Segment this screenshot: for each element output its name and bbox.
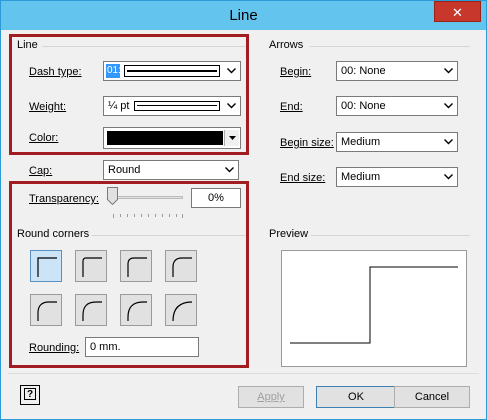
end-size-dropdown[interactable]: Medium (336, 167, 458, 187)
title-bar[interactable]: Line ✕ (1, 1, 486, 30)
highlight-box-line (9, 34, 249, 155)
close-icon: ✕ (452, 5, 463, 20)
highlight-box-transparency-corners (9, 181, 249, 368)
chevron-down-icon[interactable] (441, 169, 456, 185)
apply-button[interactable]: Apply (238, 386, 304, 408)
cap-value: Round (108, 164, 141, 176)
close-button[interactable]: ✕ (434, 1, 481, 22)
begin-arrow-value: 00: None (341, 65, 386, 77)
help-icon: ? (24, 388, 36, 400)
preview-divider (311, 235, 470, 236)
end-arrow-dropdown[interactable]: 00: None (336, 96, 458, 116)
end-size-label: End size: (280, 172, 326, 184)
end-size-value: Medium (341, 171, 381, 183)
chevron-down-icon[interactable] (441, 98, 456, 114)
footer-divider (8, 373, 479, 374)
end-label: End: (280, 101, 303, 113)
chevron-down-icon[interactable] (441, 134, 456, 150)
cancel-button[interactable]: Cancel (394, 386, 470, 408)
begin-arrow-dropdown[interactable]: 00: None (336, 61, 458, 81)
line-preview (281, 250, 467, 367)
arrows-group-title: Arrows (269, 39, 304, 51)
cap-dropdown[interactable]: Round (103, 160, 239, 180)
chevron-down-icon[interactable] (222, 162, 237, 178)
window-title: Line (229, 7, 258, 24)
begin-label: Begin: (280, 66, 312, 78)
chevron-down-icon[interactable] (441, 63, 456, 79)
arrows-group-divider (310, 46, 470, 47)
cap-label: Cap: (29, 165, 53, 177)
help-button[interactable]: ? (20, 385, 40, 405)
dialog-window: Line ✕ Line Dash type: 01: Weight: ¼ pt (0, 0, 487, 420)
end-arrow-value: 00: None (341, 100, 386, 112)
begin-size-label: Begin size: (280, 137, 334, 149)
ok-button[interactable]: OK (316, 386, 396, 408)
dialog-body: Line Dash type: 01: Weight: ¼ pt Color: (8, 31, 479, 413)
begin-size-value: Medium (341, 136, 381, 148)
begin-size-dropdown[interactable]: Medium (336, 132, 458, 152)
preview-title: Preview (269, 228, 309, 240)
